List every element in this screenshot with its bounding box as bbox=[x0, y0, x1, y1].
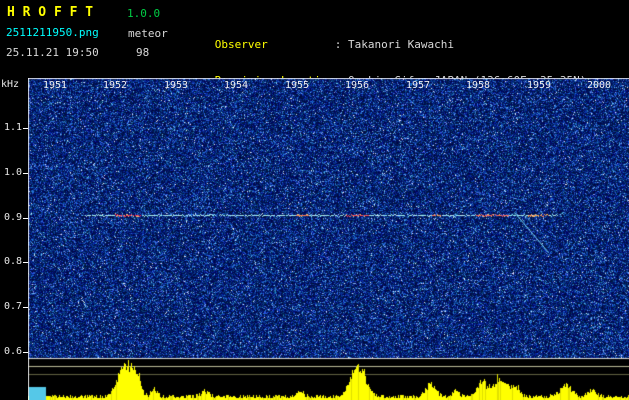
info-label: Observer bbox=[214, 38, 268, 51]
freq-tick-mark bbox=[23, 218, 28, 219]
time-tick-label: 1955 bbox=[284, 80, 310, 91]
freq-tick-label: 1.0 bbox=[3, 167, 22, 178]
time-tick-label: 1954 bbox=[223, 80, 249, 91]
time-tick-label: 1957 bbox=[405, 80, 431, 91]
freq-tick-mark bbox=[23, 173, 28, 174]
info-row-location: Receiving Location: Ogaki, Gifu, JAPAN (… bbox=[175, 64, 587, 86]
time-tick-label: 1952 bbox=[102, 80, 128, 91]
time-tick-label: 2000 bbox=[586, 80, 612, 91]
time-tick-label: 1951 bbox=[42, 80, 68, 91]
freq-tick-label: 1.1 bbox=[3, 122, 22, 133]
hrofft-window: H R O F F T 1.0.0 2511211950.png meteor … bbox=[0, 0, 629, 400]
freq-tick-label: 0.7 bbox=[3, 301, 22, 312]
freq-tick-mark bbox=[23, 262, 28, 263]
freq-tick-mark bbox=[23, 352, 28, 353]
freq-tick-mark bbox=[23, 128, 28, 129]
info-row-observer: Observer : Takanori Kawachi bbox=[175, 28, 586, 50]
time-tick-label: 1953 bbox=[163, 80, 189, 91]
datetime-label: 25.11.21 19:50 bbox=[6, 46, 99, 59]
output-filename: 2511211950.png bbox=[6, 26, 99, 39]
mode-label: meteor bbox=[128, 27, 168, 40]
time-tick-label: 1958 bbox=[465, 80, 491, 91]
freq-tick-mark bbox=[23, 307, 28, 308]
freq-tick-label: 0.8 bbox=[3, 256, 22, 267]
echo-count: 98 bbox=[136, 46, 150, 59]
freq-tick-label: 0.9 bbox=[3, 212, 22, 223]
spectrogram-canvas bbox=[28, 78, 629, 400]
time-tick-label: 1959 bbox=[526, 80, 552, 91]
info-value: : Takanori Kawachi bbox=[334, 38, 454, 51]
app-title: H R O F F T bbox=[7, 5, 94, 20]
app-version: 1.0.0 bbox=[127, 7, 161, 20]
freq-tick-label: 0.6 bbox=[3, 346, 22, 357]
freq-axis-unit: kHz bbox=[1, 79, 20, 90]
time-tick-label: 1956 bbox=[344, 80, 370, 91]
